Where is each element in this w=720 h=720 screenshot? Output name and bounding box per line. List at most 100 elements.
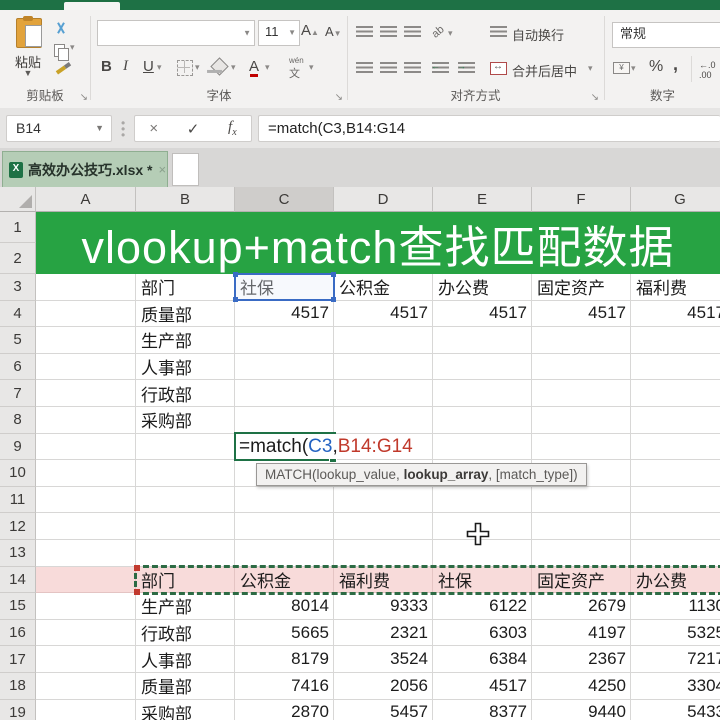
row-number-4[interactable]: 4 bbox=[0, 300, 36, 328]
font-name-combo[interactable]: ▼ bbox=[97, 20, 255, 46]
bold-button[interactable]: B bbox=[101, 58, 112, 75]
cell-F12[interactable] bbox=[532, 513, 631, 540]
cell-D18[interactable]: 2056 bbox=[334, 672, 433, 700]
fill-color-icon[interactable] bbox=[210, 57, 229, 76]
cell-D8[interactable] bbox=[334, 406, 433, 434]
cell-D3[interactable]: 公积金 bbox=[334, 274, 433, 301]
cell-C13[interactable] bbox=[235, 539, 334, 567]
cell-F5[interactable] bbox=[532, 327, 631, 354]
orientation-dropdown-icon[interactable]: ▾ bbox=[448, 28, 453, 39]
cell-G11[interactable] bbox=[631, 487, 720, 514]
cancel-icon[interactable]: × bbox=[149, 120, 158, 137]
cell-D13[interactable] bbox=[334, 539, 433, 567]
cell-G5[interactable] bbox=[631, 327, 720, 354]
cell-A19[interactable] bbox=[36, 699, 136, 720]
cell-D12[interactable] bbox=[334, 513, 433, 540]
cell-B5[interactable]: 生产部 bbox=[136, 327, 235, 354]
row-number-17[interactable]: 17 bbox=[0, 646, 36, 673]
cell-F18[interactable]: 4250 bbox=[532, 672, 631, 700]
cell-A11[interactable] bbox=[36, 486, 136, 514]
cell-D19[interactable]: 5457 bbox=[334, 699, 433, 720]
row-number-13[interactable]: 13 bbox=[0, 539, 36, 567]
title-banner-cell[interactable]: vlookup+match查找匹配数据 bbox=[36, 212, 720, 274]
cell-A7[interactable] bbox=[36, 380, 136, 407]
cell-F15[interactable]: 2679 bbox=[532, 593, 631, 620]
decrease-indent-icon[interactable] bbox=[431, 61, 449, 74]
cell-E19[interactable]: 8377 bbox=[433, 699, 532, 720]
clipboard-dialog-launcher-icon[interactable]: ↘ bbox=[80, 92, 88, 103]
font-color-icon[interactable]: A bbox=[249, 58, 259, 77]
cell-B19[interactable]: 采购部 bbox=[136, 699, 235, 720]
cell-F17[interactable]: 2367 bbox=[532, 646, 631, 673]
currency-icon[interactable]: ¥ bbox=[613, 62, 630, 74]
cell-A5[interactable] bbox=[36, 327, 136, 354]
enter-icon[interactable]: ✓ bbox=[187, 120, 200, 138]
cell-C15[interactable]: 8014 bbox=[235, 593, 334, 620]
name-box-dropdown-icon[interactable]: ▼ bbox=[95, 116, 104, 141]
merge-center-dropdown-icon[interactable]: ▾ bbox=[588, 63, 593, 74]
cell-A14[interactable] bbox=[36, 566, 136, 594]
increase-indent-icon[interactable] bbox=[457, 61, 475, 74]
cell-G8[interactable] bbox=[631, 407, 720, 434]
cell-G4[interactable]: 4517 bbox=[631, 301, 720, 328]
cell-B11[interactable] bbox=[136, 486, 235, 514]
cell-E11[interactable] bbox=[433, 486, 532, 514]
cell-F4[interactable]: 4517 bbox=[532, 300, 631, 328]
cell-B10[interactable] bbox=[136, 460, 235, 487]
cell-G18[interactable]: 3304 bbox=[631, 673, 720, 700]
row-number-9[interactable]: 9 bbox=[0, 433, 36, 461]
paste-icon[interactable] bbox=[16, 16, 42, 48]
cell-C11[interactable] bbox=[235, 486, 334, 514]
cell-C19[interactable]: 2870 bbox=[235, 699, 334, 720]
cell-G6[interactable] bbox=[631, 354, 720, 381]
row-number-3[interactable]: 3 bbox=[0, 274, 36, 301]
cell-B13[interactable] bbox=[136, 539, 235, 567]
row-number-7[interactable]: 7 bbox=[0, 380, 36, 407]
grow-font-icon[interactable]: A▲ bbox=[301, 22, 319, 39]
phonetic-dropdown-icon[interactable]: ▾ bbox=[309, 62, 314, 73]
align-middle-icon[interactable] bbox=[380, 26, 397, 38]
cell-C5[interactable] bbox=[235, 327, 334, 354]
cell-D11[interactable] bbox=[334, 486, 433, 514]
cell-A3[interactable] bbox=[36, 274, 136, 301]
cell-C12[interactable] bbox=[235, 513, 334, 540]
active-ribbon-tab[interactable] bbox=[64, 2, 120, 10]
cell-B4[interactable]: 质量部 bbox=[136, 300, 235, 328]
cell-B9[interactable] bbox=[136, 433, 235, 461]
copy-dropdown-icon[interactable]: ▾ bbox=[70, 42, 75, 53]
increase-decimal-icon[interactable]: ←.0 .00 bbox=[699, 60, 720, 80]
underline-dropdown-icon[interactable]: ▾ bbox=[157, 62, 162, 73]
align-top-icon[interactable] bbox=[356, 26, 373, 38]
cell-A10[interactable] bbox=[36, 460, 136, 487]
cell-D15[interactable]: 9333 bbox=[334, 593, 433, 620]
cell-F16[interactable]: 4197 bbox=[532, 619, 631, 647]
cell-G15[interactable]: 1130 bbox=[631, 593, 720, 620]
row-number-5[interactable]: 5 bbox=[0, 327, 36, 354]
cell-E3[interactable]: 办公费 bbox=[433, 274, 532, 301]
row-number-8[interactable]: 8 bbox=[0, 406, 36, 434]
cell-A4[interactable] bbox=[36, 300, 136, 328]
cell-E17[interactable]: 6384 bbox=[433, 646, 532, 673]
cell-A12[interactable] bbox=[36, 513, 136, 540]
cell-D16[interactable]: 2321 bbox=[334, 619, 433, 647]
wrap-text-button[interactable]: 自动换行 bbox=[512, 25, 564, 44]
row-number-2[interactable]: 2 bbox=[0, 243, 36, 274]
row-number-6[interactable]: 6 bbox=[0, 353, 36, 381]
cell-A15[interactable] bbox=[36, 593, 136, 620]
cell-E6[interactable] bbox=[433, 353, 532, 381]
chevron-down-icon[interactable]: ▼ bbox=[288, 22, 296, 44]
row-number-14[interactable]: 14 bbox=[0, 566, 36, 594]
cell-E16[interactable]: 6303 bbox=[433, 619, 532, 647]
reference-box-C3[interactable] bbox=[233, 272, 336, 302]
cell-G12[interactable] bbox=[631, 513, 720, 540]
cell-E15[interactable]: 6122 bbox=[433, 593, 532, 620]
cell-F3[interactable]: 固定资产 bbox=[532, 274, 631, 301]
cell-A9[interactable] bbox=[36, 433, 136, 461]
cell-C4[interactable]: 4517 bbox=[235, 300, 334, 328]
font-color-dropdown-icon[interactable]: ▾ bbox=[265, 62, 270, 73]
cell-C18[interactable]: 7416 bbox=[235, 672, 334, 700]
cell-D5[interactable] bbox=[334, 327, 433, 354]
column-header-E[interactable]: E bbox=[433, 187, 532, 212]
cell-E7[interactable] bbox=[433, 380, 532, 407]
row-number-11[interactable]: 11 bbox=[0, 486, 36, 514]
